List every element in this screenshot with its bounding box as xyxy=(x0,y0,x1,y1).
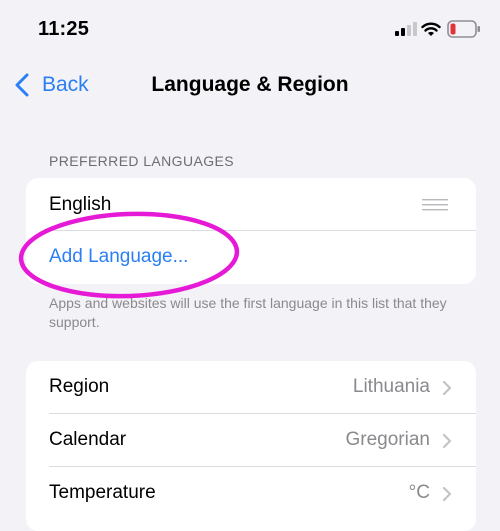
temperature-label: Temperature xyxy=(49,482,156,503)
temperature-row[interactable]: Temperature °C xyxy=(26,467,476,520)
language-row-english[interactable]: English xyxy=(26,178,476,231)
languages-footer-note: Apps and websites will use the first lan… xyxy=(49,295,447,330)
region-row[interactable]: Region Lithuania xyxy=(26,361,476,414)
region-label: Region xyxy=(49,376,110,397)
battery-icon xyxy=(447,20,480,38)
wifi-icon xyxy=(421,22,441,36)
chevron-right-icon xyxy=(442,380,452,396)
cellular-signal-icon xyxy=(395,22,417,36)
status-time: 11:25 xyxy=(38,18,90,40)
preferred-languages-list: English Add Language... xyxy=(26,178,476,284)
add-language-label: Add Language... xyxy=(49,246,189,267)
page-title: Language & Region xyxy=(151,73,349,96)
reorder-handle-icon[interactable] xyxy=(422,199,448,211)
section-header-preferred-languages: PREFERRED LANGUAGES xyxy=(49,153,234,169)
region-value: Lithuania xyxy=(352,376,430,397)
chevron-right-icon xyxy=(442,486,452,502)
temperature-value: °C xyxy=(408,482,430,503)
chevron-right-icon xyxy=(442,433,452,449)
region-settings-list: Region Lithuania Calendar Gregorian Temp… xyxy=(26,361,476,531)
calendar-label: Calendar xyxy=(49,429,127,450)
calendar-row[interactable]: Calendar Gregorian xyxy=(26,414,476,467)
calendar-value: Gregorian xyxy=(345,429,431,450)
status-bar: 11:25 xyxy=(0,0,500,60)
language-label: English xyxy=(49,194,112,215)
navigation-bar: Back Language & Region xyxy=(0,60,500,110)
add-language-button[interactable]: Add Language... xyxy=(26,231,476,284)
